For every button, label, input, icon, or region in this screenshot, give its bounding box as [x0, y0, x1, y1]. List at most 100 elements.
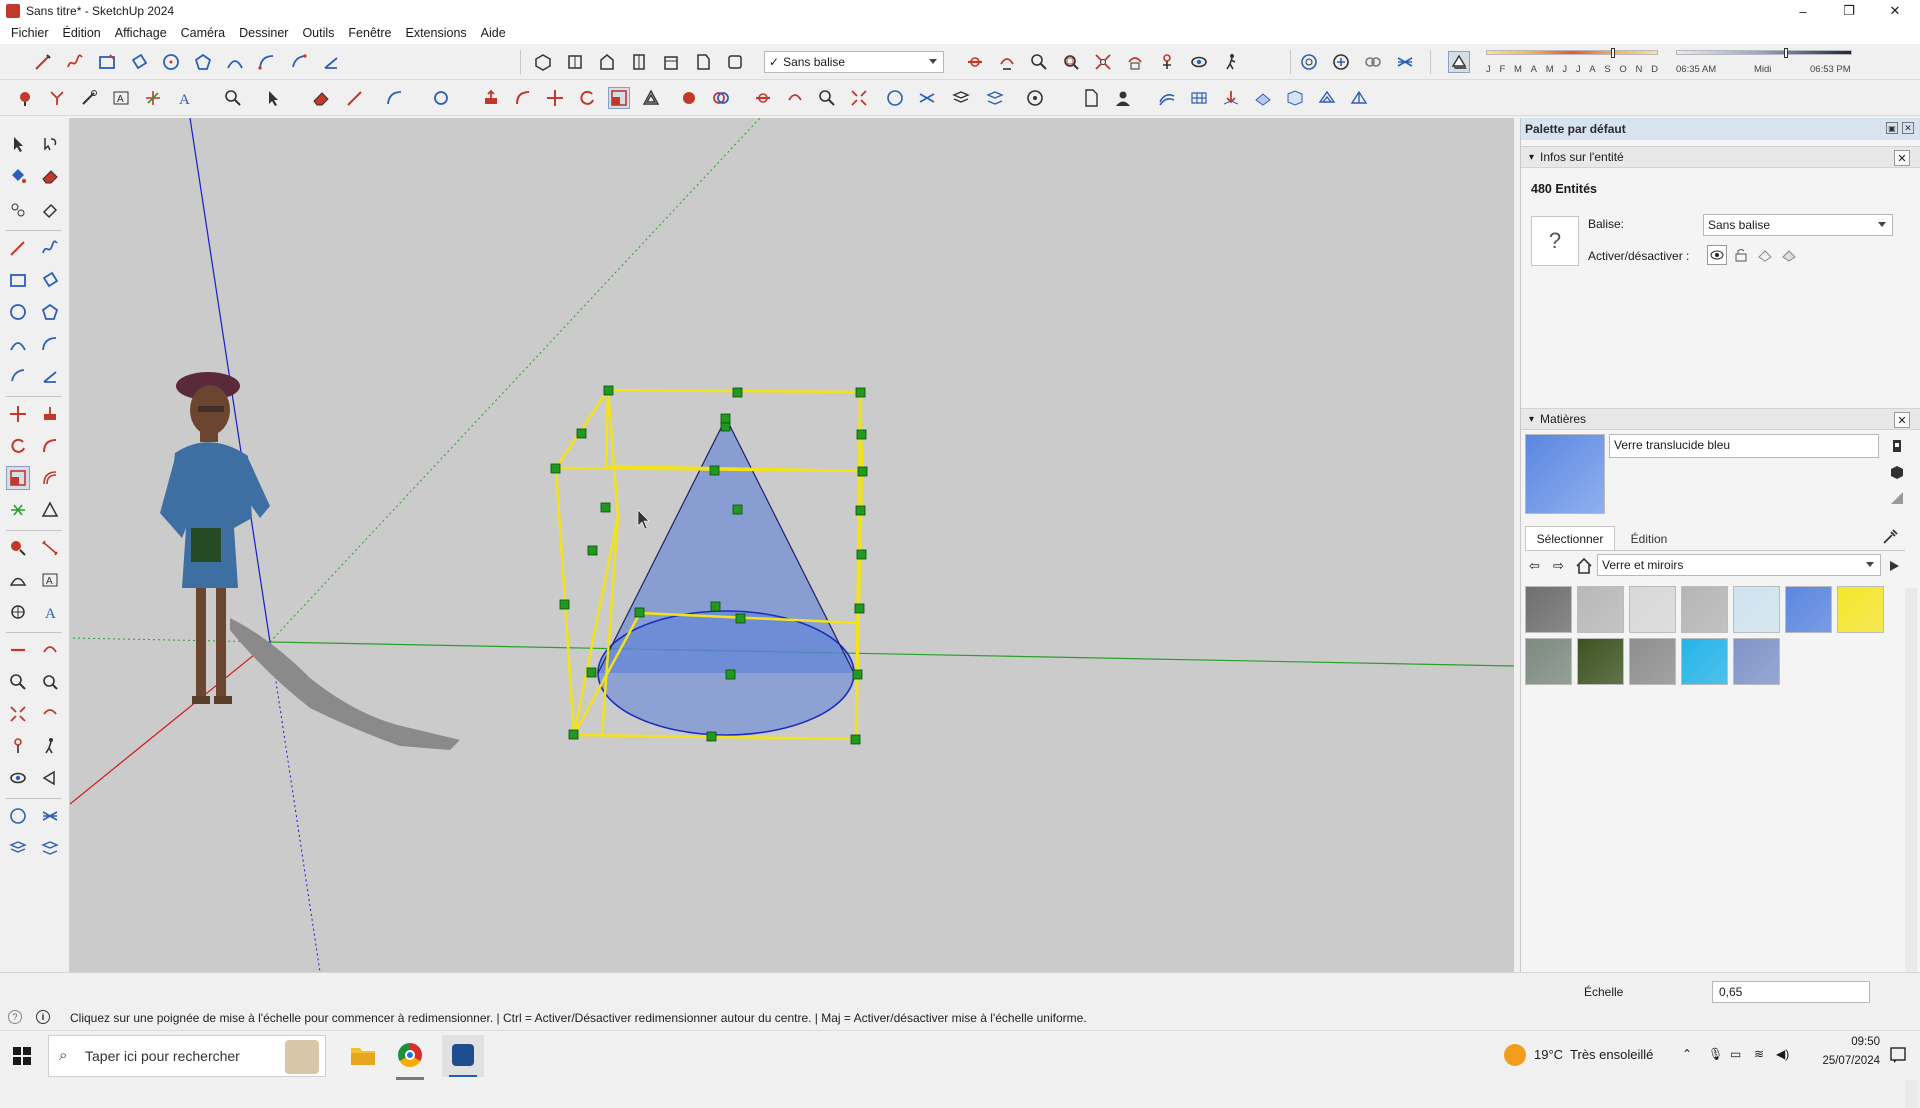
walk-icon[interactable]	[1220, 51, 1242, 73]
iso-view-icon[interactable]	[532, 51, 554, 73]
clock-date[interactable]: 25/07/2024	[1806, 1055, 1880, 1067]
two-point-arc-icon[interactable]	[256, 51, 278, 73]
swatch-cyan-glass[interactable]	[1681, 638, 1728, 685]
flip-edge-icon[interactable]	[1348, 87, 1370, 109]
shape-tool-icon[interactable]	[430, 87, 452, 109]
rotated-rectangle-icon[interactable]	[128, 51, 150, 73]
freehand-tool-icon[interactable]	[38, 236, 62, 260]
shadow-time-slider-handle[interactable]	[1783, 48, 1788, 58]
weather-text[interactable]: 19°C Très ensoleillé	[1534, 1047, 1653, 1062]
zoom-icon[interactable]	[1028, 51, 1050, 73]
text-label-icon[interactable]: A	[110, 87, 132, 109]
circle-icon[interactable]	[160, 51, 182, 73]
windows-start-icon[interactable]	[12, 1046, 32, 1066]
outliner-icon[interactable]	[1298, 51, 1320, 73]
microphone-icon[interactable]: 🎙	[1708, 1047, 1723, 1061]
lock-icon[interactable]	[1733, 247, 1749, 263]
sketchup-taskbar-button[interactable]	[442, 1035, 484, 1077]
layers-tool-icon[interactable]	[916, 87, 938, 109]
follow-me-icon[interactable]	[46, 87, 68, 109]
swatch-grey-gradient[interactable]	[1577, 586, 1624, 633]
notifications-icon[interactable]	[1888, 1045, 1908, 1065]
front-view-icon[interactable]	[596, 51, 618, 73]
shadow-month-slider[interactable]	[1486, 48, 1658, 58]
axes-tool-icon[interactable]	[6, 600, 30, 624]
materials-close-icon[interactable]: ✕	[1894, 412, 1910, 428]
outer-shell-icon[interactable]	[678, 87, 700, 109]
menu-outils[interactable]: Outils	[295, 26, 341, 40]
swatch-dark-glass-blocks[interactable]	[1525, 586, 1572, 633]
shadows-toggle-icon[interactable]	[1448, 51, 1470, 73]
material-name-field[interactable]: Verre translucide bleu	[1609, 434, 1879, 458]
offset-icon[interactable]	[640, 87, 662, 109]
menu-edition[interactable]: Édition	[56, 26, 108, 40]
rectangle-tool-icon[interactable]	[6, 268, 30, 292]
back-view-icon[interactable]	[660, 51, 682, 73]
styles-palette-icon[interactable]	[38, 804, 62, 828]
rectangle-icon[interactable]	[96, 51, 118, 73]
minimize-button[interactable]: –	[1780, 0, 1826, 22]
zoom-window-palette-icon[interactable]	[38, 670, 62, 694]
polygon-icon[interactable]	[192, 51, 214, 73]
menu-extensions[interactable]: Extensions	[399, 26, 474, 40]
visibility-eye-icon[interactable]	[1707, 245, 1727, 265]
swatch-light-blue-pattern[interactable]	[1733, 586, 1780, 633]
menu-camera[interactable]: Caméra	[174, 26, 232, 40]
eyedropper-icon[interactable]	[1881, 528, 1901, 548]
stamp-icon[interactable]	[1252, 87, 1274, 109]
tag-selector-dropdown[interactable]: ✓ Sans balise	[764, 51, 944, 73]
receive-shadows-icon[interactable]	[1757, 247, 1773, 263]
entity-tag-dropdown[interactable]: Sans balise	[1703, 214, 1893, 236]
move-icon[interactable]	[544, 87, 566, 109]
paint-bucket-tool-icon[interactable]	[6, 164, 30, 188]
home-icon[interactable]	[1575, 557, 1593, 575]
cone-apex-grip[interactable]	[720, 413, 731, 424]
paint-bucket-icon[interactable]	[14, 87, 36, 109]
line-icon[interactable]	[6, 236, 30, 260]
add-detail-icon[interactable]	[1316, 87, 1338, 109]
select-arrow-icon[interactable]	[262, 87, 284, 109]
orbit-palette-icon[interactable]	[38, 638, 62, 662]
orbit-icon[interactable]	[996, 51, 1018, 73]
pie-palette-icon[interactable]	[38, 364, 62, 388]
pin-icon[interactable]: ▣	[1886, 122, 1898, 134]
pie-icon[interactable]	[320, 51, 342, 73]
offset-palette-icon[interactable]	[38, 466, 62, 490]
materials-header[interactable]: ▾ Matières ✕	[1521, 408, 1920, 430]
two-point-arc-palette-icon[interactable]	[38, 332, 62, 356]
follow-me-tool-icon[interactable]	[512, 87, 534, 109]
swatch-yellow-glass[interactable]	[1837, 586, 1884, 633]
scenes-palette-icon[interactable]	[38, 836, 62, 860]
swatch-dark-green-glass[interactable]	[1577, 638, 1624, 685]
create-material-icon[interactable]	[1889, 464, 1905, 480]
swatch-grey-mirror[interactable]	[1629, 638, 1676, 685]
line-tool-icon[interactable]	[344, 87, 366, 109]
swatch-green-grey-glass[interactable]	[1525, 638, 1572, 685]
polygon-tool-icon[interactable]	[38, 300, 62, 324]
new-page-icon[interactable]	[1080, 87, 1102, 109]
info-icon[interactable]: i	[36, 1010, 50, 1024]
file-explorer-icon[interactable]	[350, 1043, 376, 1067]
3d-text-tool-icon[interactable]: A	[38, 600, 62, 624]
three-point-arc-icon[interactable]	[288, 51, 310, 73]
section-plane-palette-icon[interactable]	[6, 638, 30, 662]
circle-tool-icon[interactable]	[6, 300, 30, 324]
previous-palette-icon[interactable]	[38, 702, 62, 726]
display-secondary-icon[interactable]	[1889, 438, 1905, 454]
zoom-palette-icon[interactable]	[6, 670, 30, 694]
zoom-extents-palette-icon[interactable]	[6, 702, 30, 726]
text-tool-icon[interactable]: A	[38, 568, 62, 592]
scenes-icon[interactable]	[984, 87, 1006, 109]
position-camera-palette-icon[interactable]	[6, 734, 30, 758]
tape-measure-palette-icon[interactable]	[6, 536, 30, 560]
rotate-icon[interactable]	[576, 87, 598, 109]
menu-fenetre[interactable]: Fenêtre	[341, 26, 398, 40]
bottom-view-icon[interactable]	[724, 51, 746, 73]
scale-tool-icon[interactable]	[608, 87, 630, 109]
protractor-icon[interactable]	[6, 568, 30, 592]
tape-measure-icon[interactable]	[78, 87, 100, 109]
forward-arrow-icon[interactable]: ⇨	[1553, 558, 1569, 574]
orbit-tool-icon[interactable]	[784, 87, 806, 109]
tag-eraser-icon[interactable]	[38, 198, 62, 222]
entity-info-header[interactable]: ▾ Infos sur l'entité ✕	[1521, 146, 1920, 168]
